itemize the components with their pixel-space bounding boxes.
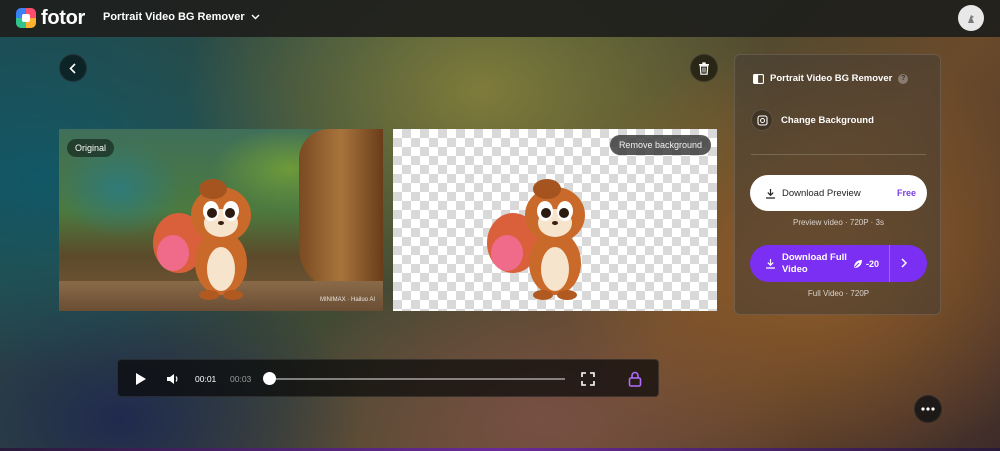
download-preview-label: Download Preview xyxy=(782,187,861,199)
trash-icon xyxy=(699,61,709,75)
compare-icon xyxy=(753,73,764,84)
download-icon xyxy=(766,259,775,269)
change-background-icon xyxy=(751,109,773,131)
play-icon[interactable] xyxy=(135,372,147,386)
download-full-label: Download Full Video xyxy=(782,251,847,275)
original-video-frame: Original MINIMAX · Hailuo AI xyxy=(59,129,383,311)
chevron-down-icon xyxy=(251,14,260,20)
result-video-frame: Remove background xyxy=(393,129,717,311)
user-avatar-icon xyxy=(968,15,974,23)
credit-cost: -20 xyxy=(853,259,879,269)
tool-title-text: Portrait Video BG Remover xyxy=(770,73,893,84)
download-full-video-button[interactable]: Download Full Video -20 xyxy=(750,245,927,282)
help-icon[interactable]: ? xyxy=(898,73,909,84)
tool-menu-label: Portrait Video BG Remover xyxy=(103,11,245,23)
download-preview-button[interactable]: Download Preview Free xyxy=(750,175,927,211)
change-background-button[interactable]: Change Background xyxy=(751,109,874,131)
volume-icon[interactable] xyxy=(166,372,180,386)
video-player-controls: 00:01 00:03 xyxy=(117,359,659,397)
tool-menu-dropdown[interactable]: Portrait Video BG Remover xyxy=(103,11,260,23)
free-badge: Free xyxy=(896,188,916,198)
lock-icon[interactable] xyxy=(628,371,642,387)
chevron-right-icon[interactable] xyxy=(900,257,908,269)
fotor-logo-icon xyxy=(16,8,36,28)
delete-button[interactable] xyxy=(690,54,718,82)
button-separator xyxy=(889,245,890,282)
preview-info: Preview video · 720P · 3s xyxy=(792,218,884,227)
duration: 00:03 xyxy=(230,374,252,384)
chevron-left-icon xyxy=(69,62,76,74)
progress-track[interactable] xyxy=(268,378,565,380)
current-time: 00:01 xyxy=(195,374,217,384)
logo-text: fotor xyxy=(41,7,86,29)
full-video-info: Full Video · 720P xyxy=(807,289,870,298)
watermark-text: MINIMAX · Hailuo AI xyxy=(319,297,375,303)
progress-knob[interactable] xyxy=(263,372,276,385)
change-background-label: Change Background xyxy=(781,114,874,126)
side-panel: Portrait Video BG Remover ? Change Backg… xyxy=(734,54,941,315)
credit-cost-value: -20 xyxy=(866,258,880,269)
tool-title: Portrait Video BG Remover ? xyxy=(753,73,909,84)
fotor-logo[interactable]: fotor xyxy=(16,8,85,28)
more-dots-icon xyxy=(921,407,935,411)
fullscreen-icon[interactable] xyxy=(581,372,595,386)
user-avatar[interactable] xyxy=(958,5,984,31)
leaf-credit-icon xyxy=(854,259,862,268)
download-icon xyxy=(766,188,775,199)
more-options-button[interactable] xyxy=(914,395,942,423)
original-label: Original xyxy=(67,139,115,157)
top-bar: fotor Portrait Video BG Remover xyxy=(0,0,1000,37)
remove-background-button[interactable]: Remove background xyxy=(609,135,711,155)
tree-trunk xyxy=(299,129,383,289)
squirrel-character xyxy=(153,179,251,300)
squirrel-cutout xyxy=(487,179,585,300)
back-button[interactable] xyxy=(59,54,87,82)
divider xyxy=(751,154,926,155)
